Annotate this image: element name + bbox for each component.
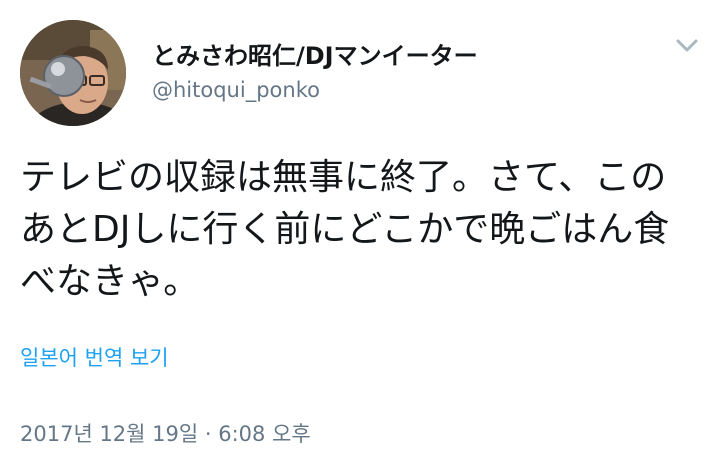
- user-avatar-photo: [20, 20, 126, 126]
- tweet-text: テレビの収録は無事に終了。さて、このあとDJしに行く前にどこかで晩ごはん食べなき…: [20, 157, 670, 302]
- translate-link[interactable]: 일본어 번역 보기: [20, 344, 169, 372]
- tweet-card: とみさわ昭仁/DJマンイーター @hitoqui_ponko テレビの収録は無事…: [0, 0, 720, 460]
- display-name[interactable]: とみさわ昭仁/DJマンイーター: [152, 40, 478, 72]
- user-handle[interactable]: @hitoqui_ponko: [152, 76, 320, 104]
- avatar[interactable]: [20, 20, 126, 126]
- chevron-down-icon[interactable]: [672, 34, 702, 58]
- tweet-timestamp[interactable]: 2017년 12월 19일 · 6:08 오후: [20, 420, 311, 448]
